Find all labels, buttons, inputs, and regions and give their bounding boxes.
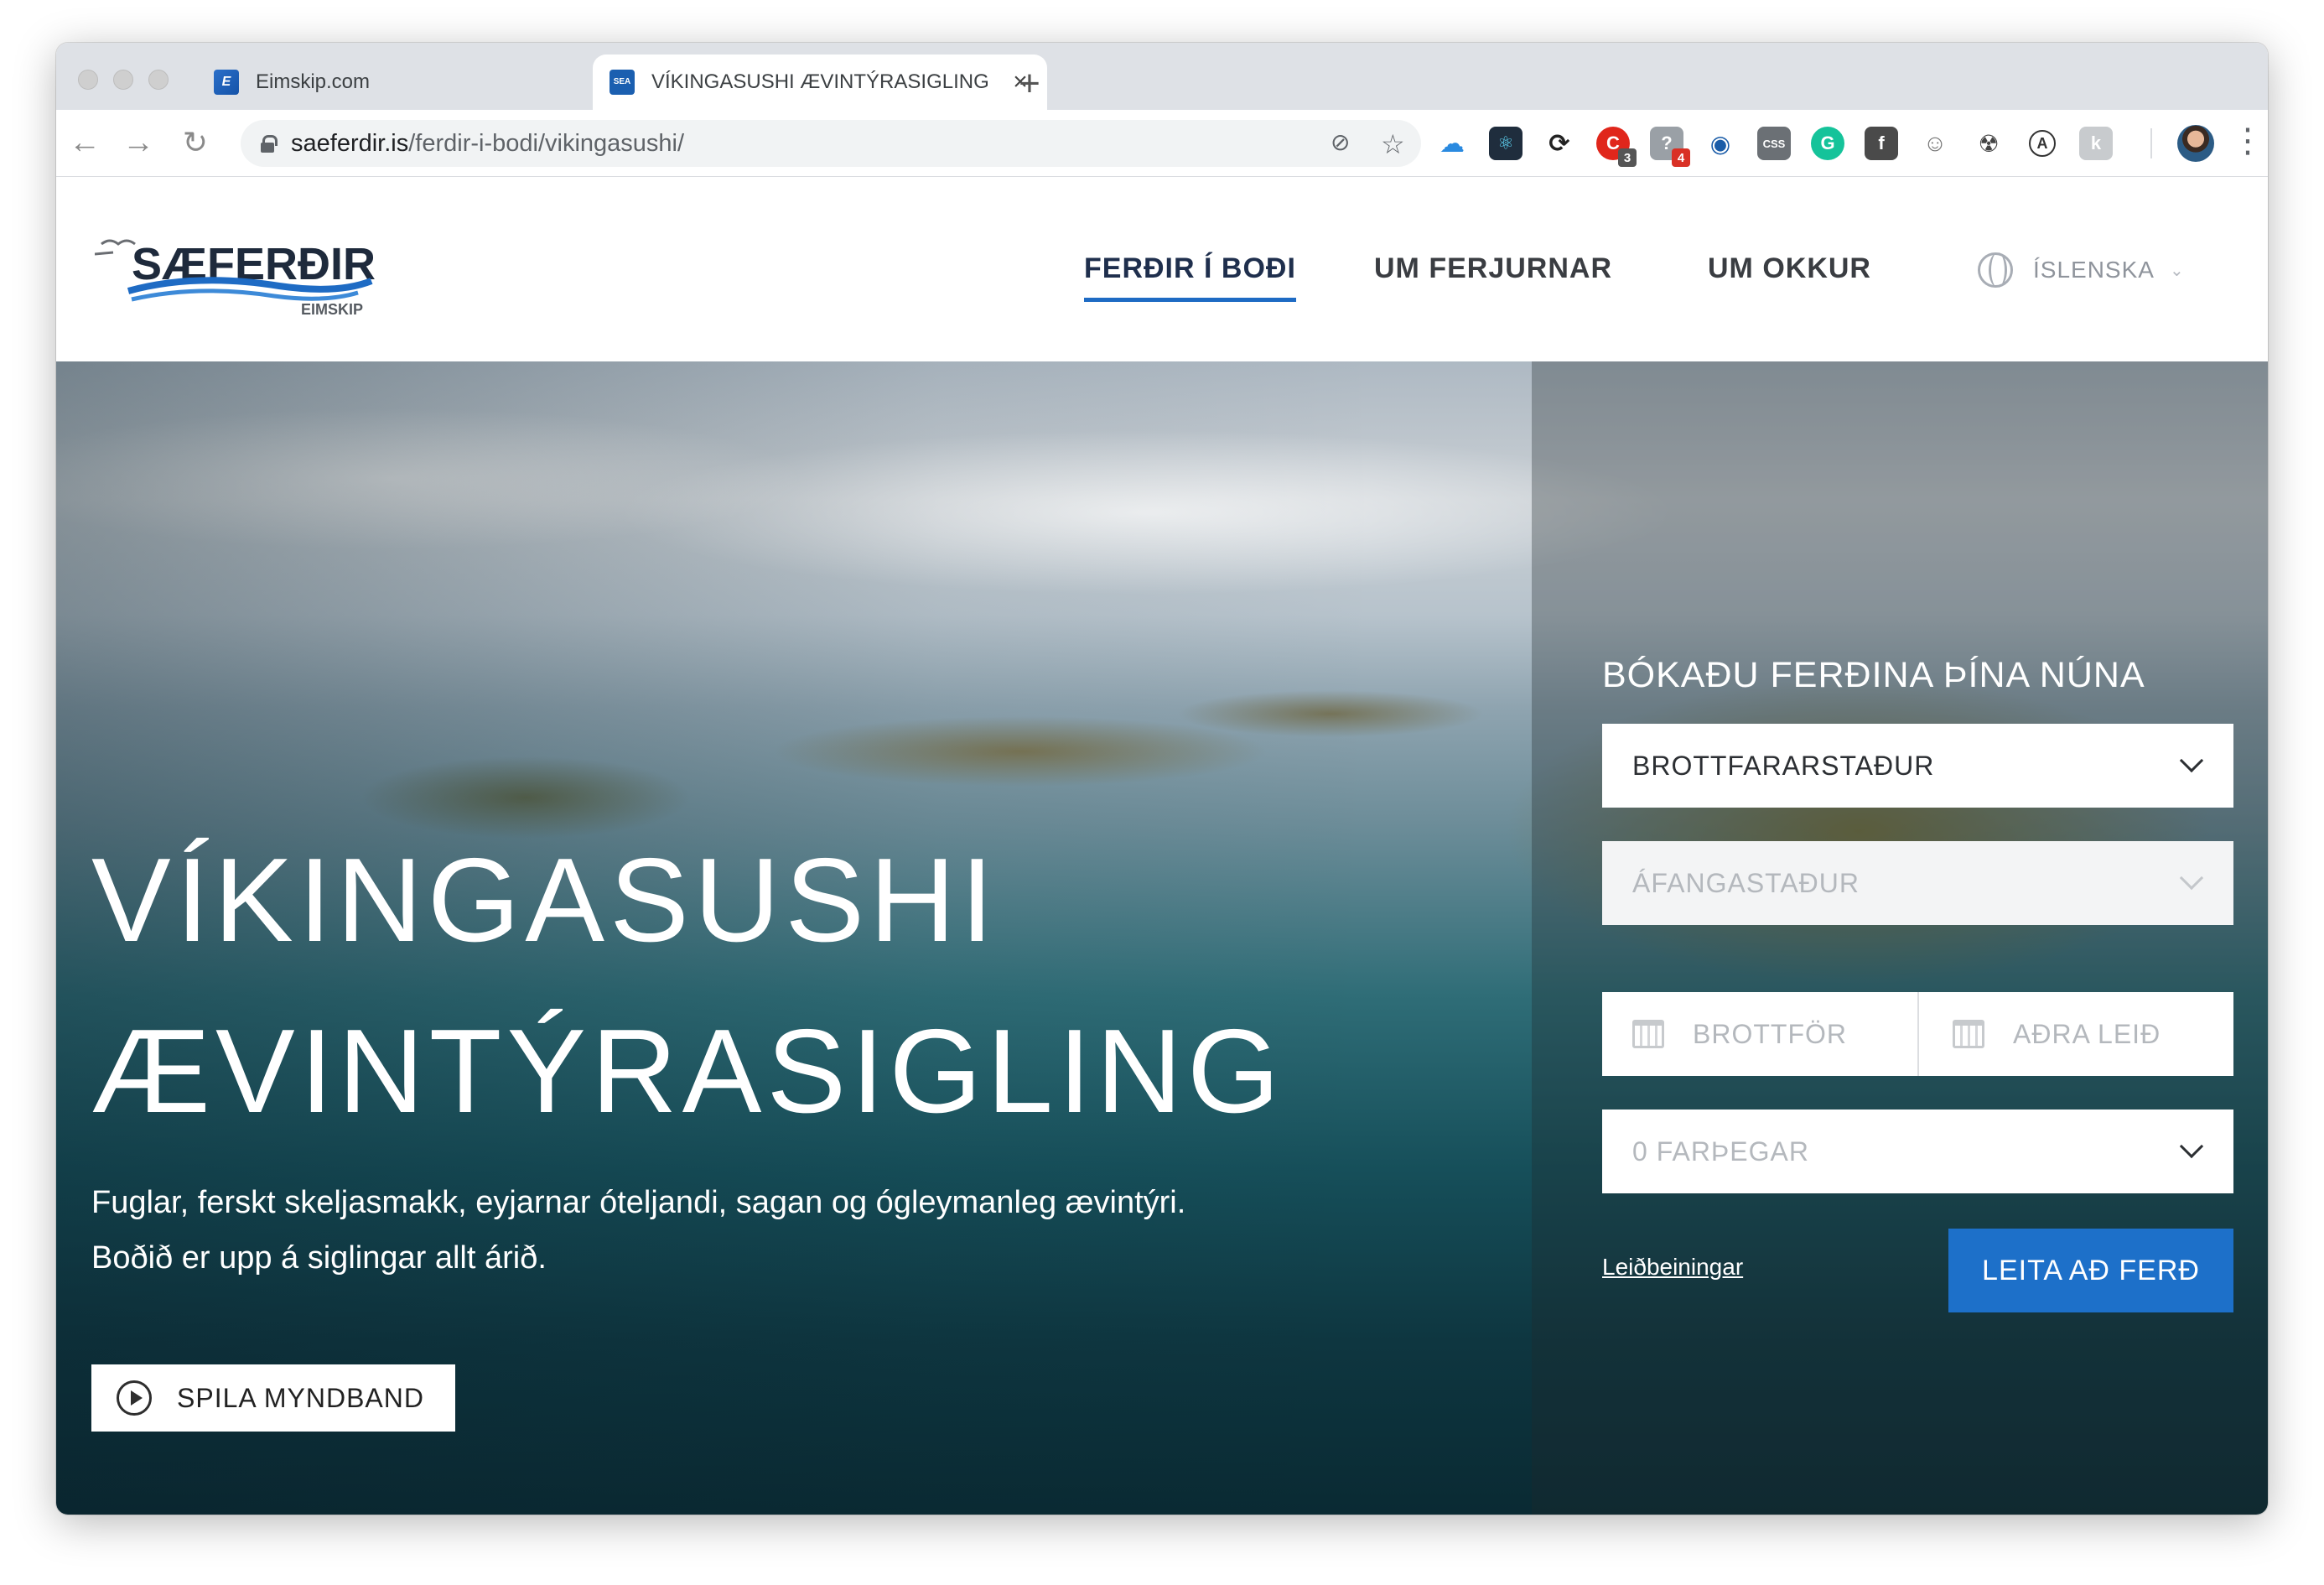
tab-title: Eimskip.com	[256, 70, 371, 93]
new-tab-button[interactable]: +	[1009, 63, 1050, 105]
facebook-icon[interactable]: f	[1865, 127, 1898, 160]
window-controls	[78, 70, 169, 90]
forward-icon[interactable]: →	[122, 125, 155, 161]
browser-window: E Eimskip.com × SEA VÍKINGASUSHI ÆVINTÝR…	[56, 43, 2268, 1515]
url-host: saeferdir.is	[291, 129, 409, 157]
return-date-field[interactable]: AÐRA LEIÐ	[1919, 992, 2233, 1076]
profile-avatar[interactable]	[2177, 125, 2214, 162]
play-video-button[interactable]: SPILA MYNDBAND	[91, 1364, 455, 1432]
departure-place-select[interactable]: BROTTFARARSTAÐUR	[1602, 724, 2233, 808]
grammarly-icon[interactable]: G	[1811, 127, 1844, 160]
back-icon[interactable]: ←	[68, 125, 101, 161]
close-window-button[interactable]	[78, 70, 98, 90]
bookmark-star-icon[interactable]: ☆	[1381, 128, 1405, 160]
eimskip-favicon-icon: E	[214, 70, 239, 95]
radiation-icon[interactable]: ☢	[1972, 127, 2005, 160]
toolbar-divider	[2150, 128, 2152, 158]
calendar-icon	[1632, 1020, 1664, 1048]
webpage: SÆFERÐIR EIMSKIP FERÐIR Í BOÐI UM FERJUR…	[56, 177, 2268, 1515]
passengers-select[interactable]: 0 FARÞEGAR	[1602, 1110, 2233, 1193]
date-placeholder: AÐRA LEIÐ	[2013, 1018, 2161, 1049]
browser-toolbar: ← → ↻ saeferdir.is/ferdir-i-bodi/vikinga…	[56, 110, 2268, 177]
url-path: /ferdir-i-bodi/vikingasushi/	[408, 129, 685, 157]
cloud-extension-icon[interactable]: ☁	[1435, 127, 1469, 160]
departure-date-field[interactable]: BROTTFÖR	[1602, 992, 1917, 1076]
tab-vikingasushi[interactable]: SEA VÍKINGASUSHI ÆVINTÝRASIGLING ×	[593, 55, 1047, 110]
logo-subtext: EIMSKIP	[301, 301, 363, 318]
globe-icon	[1978, 252, 2013, 288]
react-devtools-icon[interactable]: ⚛	[1489, 127, 1523, 160]
select-value: 0 FARÞEGAR	[1632, 1135, 1809, 1167]
help-extension-icon[interactable]: ? 4	[1650, 127, 1690, 167]
badge-count: 4	[1672, 148, 1690, 167]
booking-title: BÓKAÐU FERÐINA ÞÍNA NÚNA	[1602, 655, 2145, 695]
saeferdir-logo[interactable]: SÆFERÐIR EIMSKIP	[94, 219, 397, 320]
hero-description-line: Fuglar, ferskt skeljasmakk, eyjarnar óte…	[91, 1185, 1186, 1220]
tab-title: VÍKINGASUSHI ÆVINTÝRASIGLING	[651, 70, 989, 93]
menu-icon[interactable]: ⋮	[2231, 122, 2264, 160]
reddit-icon[interactable]: ☺	[1918, 127, 1952, 160]
play-video-label: SPILA MYNDBAND	[177, 1382, 424, 1413]
minimize-window-button[interactable]	[113, 70, 133, 90]
hero-description: Fuglar, ferskt skeljasmakk, eyjarnar óte…	[91, 1175, 1185, 1286]
booking-panel-overlay	[1532, 361, 2268, 1515]
date-placeholder: BROTTFÖR	[1693, 1018, 1847, 1049]
translate-blocked-icon[interactable]: ⊘	[1331, 128, 1350, 156]
zoom-window-button[interactable]	[148, 70, 169, 90]
privacy-extension-icon[interactable]: ◉	[1704, 127, 1737, 160]
nav-ferdir-i-bodi[interactable]: FERÐIR Í BOÐI	[1084, 252, 1296, 302]
address-bar[interactable]: saeferdir.is/ferdir-i-bodi/vikingasushi/…	[241, 120, 1421, 167]
select-value: BROTTFARARSTAÐUR	[1632, 750, 1935, 781]
hero-title-line1: VÍKINGASUSHI	[91, 834, 999, 967]
play-icon	[117, 1380, 152, 1416]
css-extension-icon[interactable]: CSS	[1757, 127, 1791, 160]
chevron-down-icon: ⌄	[2169, 261, 2185, 280]
help-link[interactable]: Leiðbeiningar	[1602, 1254, 1743, 1281]
language-label: ÍSLENSKA	[2033, 257, 2155, 283]
search-trip-button[interactable]: LEITA AÐ FERÐ	[1948, 1229, 2233, 1312]
select-value: ÁFANGASTAÐUR	[1632, 867, 1860, 898]
badge-count: 3	[1618, 148, 1637, 167]
nav-label: UM OKKUR	[1708, 252, 1871, 284]
chevron-down-icon	[2179, 748, 2204, 773]
destination-select[interactable]: ÁFANGASTAÐUR	[1602, 841, 2233, 925]
site-header: SÆFERÐIR EIMSKIP FERÐIR Í BOÐI UM FERJUR…	[56, 177, 2268, 361]
calendar-icon	[1953, 1020, 1984, 1048]
reload-icon[interactable]: ↻	[179, 125, 212, 160]
saeferdir-favicon-icon: SEA	[610, 70, 635, 95]
url-text[interactable]: saeferdir.is/ferdir-i-bodi/vikingasushi/	[291, 130, 684, 158]
logo-graphic: SÆFERÐIR EIMSKIP	[94, 239, 376, 318]
lock-icon	[261, 135, 278, 153]
sync-extension-icon[interactable]: ⟳	[1543, 127, 1576, 160]
language-selector[interactable]: ÍSLENSKA ⌄	[1978, 252, 2185, 288]
tab-strip: E Eimskip.com × SEA VÍKINGASUSHI ÆVINTÝR…	[56, 43, 2268, 110]
nav-label: UM FERJURNAR	[1374, 252, 1612, 284]
adblock-extension-icon[interactable]: C3	[1596, 127, 1637, 167]
puzzle-extension-icon[interactable]: k	[2079, 127, 2113, 160]
chevron-down-icon	[2179, 865, 2204, 891]
hero-title-line2: ÆVINTÝRASIGLING	[91, 1005, 1285, 1138]
chevron-down-icon	[2179, 1134, 2204, 1159]
nav-active-underline	[1084, 298, 1296, 302]
hero-description-line: Boðið er upp á siglingar allt árið.	[91, 1240, 547, 1276]
tab-eimskip[interactable]: E Eimskip.com ×	[197, 55, 641, 110]
nav-um-okkur[interactable]: UM OKKUR	[1708, 252, 1871, 285]
extensions-bar: ☁ ⚛ ⟳ C3 ? 4 ◉ CSS G f ☺ ☢ A k	[1435, 127, 2113, 167]
hero-section: VÍKINGASUSHI ÆVINTÝRASIGLING Fuglar, fer…	[56, 361, 2268, 1515]
nav-label: FERÐIR Í BOÐI	[1084, 252, 1296, 284]
nav-um-ferjurnar[interactable]: UM FERJURNAR	[1374, 252, 1612, 285]
date-divider	[1917, 992, 1919, 1076]
accessibility-icon[interactable]: A	[2029, 130, 2056, 157]
